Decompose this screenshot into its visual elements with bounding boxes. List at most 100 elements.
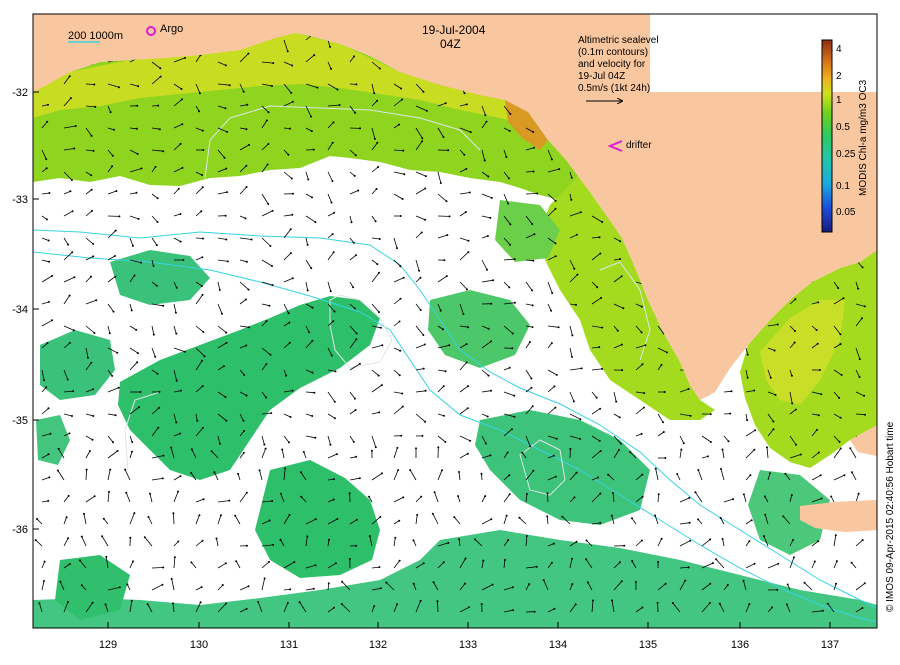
velocity-arrow-head bbox=[271, 85, 273, 87]
velocity-arrow-head bbox=[680, 449, 682, 451]
velocity-arrow-head bbox=[284, 467, 286, 469]
velocity-arrow-head bbox=[422, 334, 424, 336]
velocity-arrow-head bbox=[159, 67, 161, 69]
velocity-arrow-head bbox=[720, 517, 722, 519]
velocity-arrow-head bbox=[489, 217, 491, 219]
velocity-arrow-head bbox=[269, 245, 271, 247]
velocity-arrow-head bbox=[224, 157, 226, 159]
velocity-arrow-head bbox=[581, 367, 583, 369]
velocity-arrow-head bbox=[306, 536, 308, 538]
velocity-arrow-head bbox=[481, 603, 483, 605]
velocity-arrow-head bbox=[132, 560, 134, 562]
velocity-arrow-head bbox=[288, 441, 290, 443]
velocity-arrow-head bbox=[463, 154, 465, 156]
velocity-arrow-head bbox=[399, 374, 401, 376]
velocity-arrow-head bbox=[394, 537, 396, 539]
velocity-arrow-head bbox=[512, 333, 514, 335]
velocity-arrow-head bbox=[73, 148, 75, 150]
velocity-arrow-head bbox=[333, 607, 335, 609]
velocity-arrow-head bbox=[90, 276, 92, 278]
velocity-arrow-head bbox=[38, 602, 40, 604]
velocity-arrow-head bbox=[843, 297, 845, 299]
velocity-arrow-head bbox=[58, 448, 60, 450]
velocity-arrow-head bbox=[621, 275, 623, 277]
velocity-arrow-head bbox=[817, 540, 819, 542]
velocity-arrow-head bbox=[396, 447, 398, 449]
velocity-arrow-head bbox=[235, 560, 237, 562]
velocity-arrow-head bbox=[137, 85, 139, 87]
velocity-arrow-head bbox=[112, 441, 114, 443]
velocity-arrow-head bbox=[621, 580, 623, 582]
velocity-arrow-head bbox=[48, 301, 50, 303]
y-tick-label: -33 bbox=[12, 194, 28, 206]
velocity-arrow-head bbox=[443, 259, 445, 261]
velocity-arrow-head bbox=[617, 330, 619, 332]
velocity-arrow-head bbox=[331, 355, 333, 357]
velocity-arrow-head bbox=[820, 393, 822, 395]
velocity-arrow-head bbox=[200, 601, 202, 603]
velocity-arrow-head bbox=[555, 255, 557, 257]
velocity-arrow-head bbox=[531, 289, 533, 291]
velocity-arrow-head bbox=[225, 239, 227, 241]
velocity-arrow-head bbox=[81, 536, 83, 538]
velocity-arrow-head bbox=[229, 84, 231, 86]
velocity-arrow-head bbox=[219, 289, 221, 291]
velocity-arrow-head bbox=[416, 514, 418, 516]
velocity-arrow-head bbox=[485, 443, 487, 445]
velocity-arrow-head bbox=[124, 469, 126, 471]
velocity-arrow-head bbox=[423, 562, 425, 564]
velocity-arrow-head bbox=[35, 539, 37, 541]
velocity-arrow-head bbox=[132, 245, 134, 247]
velocity-arrow-head bbox=[221, 313, 223, 315]
velocity-arrow-head bbox=[288, 312, 290, 314]
velocity-arrow-head bbox=[600, 297, 602, 299]
velocity-arrow-head bbox=[864, 582, 866, 584]
velocity-arrow-head bbox=[51, 319, 53, 321]
velocity-arrow-head bbox=[443, 561, 445, 563]
velocity-arrow-head bbox=[331, 202, 333, 204]
velocity-arrow-head bbox=[314, 221, 316, 223]
velocity-arrow bbox=[526, 194, 537, 195]
velocity-arrow-head bbox=[245, 345, 247, 347]
velocity-arrow-head bbox=[95, 299, 97, 301]
velocity-arrow-head bbox=[859, 358, 861, 360]
velocity-arrow-head bbox=[379, 238, 381, 240]
velocity-arrow-head bbox=[466, 362, 468, 364]
velocity-arrow-head bbox=[743, 580, 745, 582]
velocity-arrow-head bbox=[131, 600, 133, 602]
velocity-arrow-head bbox=[67, 379, 69, 381]
velocity-arrow-head bbox=[464, 92, 466, 94]
velocity-arrow-head bbox=[59, 581, 61, 583]
velocity-arrow bbox=[152, 568, 163, 569]
velocity-arrow-head bbox=[816, 329, 818, 331]
velocity-arrow-head bbox=[508, 474, 510, 476]
velocity-arrow-head bbox=[147, 603, 149, 605]
velocity-arrow-head bbox=[396, 603, 398, 605]
velocity-arrow-head bbox=[467, 407, 469, 409]
velocity-arrow-head bbox=[619, 416, 621, 418]
velocity-arrow-head bbox=[511, 428, 513, 430]
velocity-arrow-head bbox=[334, 311, 336, 313]
velocity-arrow-head bbox=[861, 607, 863, 609]
velocity-arrow-head bbox=[570, 199, 572, 201]
velocity-arrow-head bbox=[225, 420, 227, 422]
velocity-arrow-head bbox=[835, 534, 837, 536]
velocity-arrow-head bbox=[172, 512, 174, 514]
velocity-arrow-head bbox=[817, 343, 819, 345]
velocity-arrow-head bbox=[202, 294, 204, 296]
velocity-arrow bbox=[548, 493, 549, 502]
velocity-arrow-head bbox=[115, 190, 117, 192]
velocity-arrow-head bbox=[536, 193, 538, 195]
velocity-arrow-head bbox=[281, 449, 283, 451]
velocity-arrow-head bbox=[555, 208, 557, 210]
velocity-arrow-head bbox=[154, 356, 156, 358]
velocity-arrow bbox=[196, 238, 203, 239]
velocity-arrow-head bbox=[223, 365, 225, 367]
velocity-arrow-head bbox=[618, 449, 620, 451]
velocity-arrow-head bbox=[288, 322, 290, 324]
velocity-arrow-head bbox=[175, 312, 177, 314]
velocity-arrow-head bbox=[440, 310, 442, 312]
velocity-arrow-head bbox=[108, 491, 110, 493]
velocity-arrow-head bbox=[136, 192, 138, 194]
velocity-arrow-head bbox=[225, 396, 227, 398]
